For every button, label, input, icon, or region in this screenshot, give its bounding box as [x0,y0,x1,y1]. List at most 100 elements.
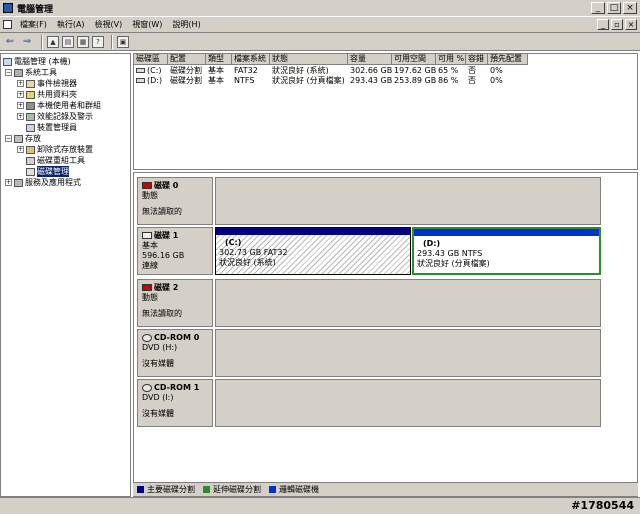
mdi-minimize-button[interactable]: _ [597,19,609,30]
close-button[interactable]: × [623,2,637,14]
disk-partitions: (C:) 302.73 GB FAT32 狀況良好 (系統) (D:) 293.… [215,227,601,275]
toolbar-separator [41,34,43,49]
partition-legend: 主要磁碟分割 延伸磁碟分割 邏輯磁碟機 [133,482,638,496]
defragmenter-icon [26,156,35,165]
mdi-document-icon[interactable] [3,20,12,29]
tree-item-computer-management[interactable]: 電腦管理 (本機) [3,56,71,67]
expand-icon[interactable]: + [17,102,24,109]
column-header-status[interactable]: 狀態 [270,54,348,65]
column-header-fault-tolerance[interactable]: 容錯 [466,54,488,65]
partition-d[interactable]: (D:) 293.43 GB NTFS 狀況良好 (分頁檔案) [412,227,601,275]
storage-icon [14,134,23,143]
status-bar: #1780544 [0,497,640,514]
disk-info[interactable]: 磁碟 0 動態 無法讀取的 [137,177,213,225]
title-bar: 電腦管理 _ □ × [0,0,640,17]
disk-unallocated-area [215,177,601,225]
menu-window[interactable]: 視窗(W) [127,19,167,30]
cdrom-media-area [215,329,601,377]
tree-item-event-viewer[interactable]: + 事件檢視器 [17,78,77,89]
toolbar: ⇐ ⇒ ▲ ▤ ▦ ? ▣ [0,33,640,51]
collapse-icon[interactable]: − [5,69,12,76]
tree-item-storage[interactable]: − 存放 [5,133,41,144]
disk-error-icon [142,284,152,291]
disk-info[interactable]: 磁碟 1 基本 596.16 GB 連線 [137,227,213,275]
cdrom-media-area [215,379,601,427]
expand-icon[interactable]: + [17,91,24,98]
cdrom-icon [142,333,152,342]
disk-info[interactable]: CD-ROM 1 DVD (I:) 沒有媒體 [137,379,213,427]
partition-c[interactable]: (C:) 302.73 GB FAT32 狀況良好 (系統) [215,227,411,275]
console-icon[interactable]: ▣ [117,35,129,48]
disk-error-icon [142,182,152,189]
column-header-free-space[interactable]: 可用空間 [392,54,436,65]
column-header-layout[interactable]: 配置 [168,54,206,65]
collapse-icon[interactable]: − [5,135,12,142]
tree-item-services-apps[interactable]: + 服務及應用程式 [5,177,81,188]
watermark: #1780544 [571,499,634,512]
console-tree: 電腦管理 (本機) − 系統工具 + 事件檢視器 + 共用資料夾 + 本機使用者… [0,53,131,497]
menu-help[interactable]: 說明(H) [167,19,205,30]
legend-swatch-primary [137,486,144,493]
disk-graphical-view: 磁碟 0 動態 無法讀取的 磁碟 1 基本 596.16 GB 連線 (C:) … [133,172,638,497]
tree-item-performance-logs[interactable]: + 效能記錄及警示 [17,111,93,122]
disk-icon [142,232,152,239]
column-header-capacity[interactable]: 容量 [348,54,392,65]
mdi-close-button[interactable]: × [625,19,637,30]
disk-row[interactable]: 磁碟 2 動態 無法讀取的 [137,279,631,327]
services-icon [14,178,23,187]
window-title: 電腦管理 [17,4,54,15]
tree-item-removable-storage[interactable]: + 卸除式存放裝置 [17,144,93,155]
cdrom-icon [142,383,152,392]
disk-row[interactable]: 磁碟 0 動態 無法讀取的 [137,177,631,225]
event-viewer-icon [26,79,35,88]
tree-item-disk-management[interactable]: 磁碟管理 [26,166,69,177]
show-tree-icon[interactable]: ▤ [62,35,74,48]
expand-icon[interactable]: + [17,113,24,120]
menu-view[interactable]: 檢視(V) [90,19,128,30]
tools-icon [14,68,23,77]
computer-icon [3,57,12,66]
expand-icon[interactable]: + [17,146,24,153]
column-header-type[interactable]: 類型 [206,54,232,65]
help-icon[interactable]: ? [92,35,104,48]
column-header-free-percent[interactable]: 可用 % [436,54,466,65]
legend-item: 主要磁碟分割 [137,484,195,495]
tree-item-system-tools[interactable]: − 系統工具 [5,67,57,78]
legend-item: 延伸磁碟分割 [203,484,261,495]
minimize-button[interactable]: _ [591,2,605,14]
computer-management-icon [3,3,13,13]
tree-item-shared-folders[interactable]: + 共用資料夾 [17,89,77,100]
expand-icon[interactable]: + [5,179,12,186]
column-header-filesystem[interactable]: 檔案系統 [232,54,270,65]
tree-item-local-users[interactable]: + 本機使用者和群組 [17,100,101,111]
mdi-restore-button[interactable]: ▫ [611,19,623,30]
disk-info[interactable]: 磁碟 2 動態 無法讀取的 [137,279,213,327]
disk-row[interactable]: CD-ROM 1 DVD (I:) 沒有媒體 [137,379,631,427]
logical-drive-bar [414,229,599,236]
menu-action[interactable]: 執行(A) [52,19,90,30]
performance-icon [26,112,35,121]
tree-item-device-manager[interactable]: 裝置管理員 [26,122,77,133]
tree-item-defragmenter[interactable]: 磁碟重組工具 [26,155,85,166]
drive-icon [136,68,145,73]
up-folder-icon[interactable]: ▲ [47,35,59,48]
column-header-overhead[interactable]: 預先配置 [488,54,528,65]
back-arrow-icon[interactable]: ⇐ [3,35,17,49]
forward-arrow-icon[interactable]: ⇒ [20,35,34,49]
expand-icon[interactable]: + [17,80,24,87]
properties-icon[interactable]: ▦ [77,35,89,48]
drive-icon [136,78,145,83]
legend-swatch-extended [203,486,210,493]
legend-swatch-logical [269,486,276,493]
column-header-volume[interactable]: 磁碟區 [134,54,168,65]
disk-info[interactable]: CD-ROM 0 DVD (H:) 沒有媒體 [137,329,213,377]
device-manager-icon [26,123,35,132]
maximize-button[interactable]: □ [607,2,621,14]
legend-item: 邏輯磁碟機 [269,484,319,495]
disk-row[interactable]: CD-ROM 0 DVD (H:) 沒有媒體 [137,329,631,377]
volume-list: 磁碟區 配置 類型 檔案系統 狀態 容量 可用空間 可用 % 容錯 預先配置 (… [133,53,638,170]
users-icon [26,101,35,110]
disk-unallocated-area [215,279,601,327]
disk-row[interactable]: 磁碟 1 基本 596.16 GB 連線 (C:) 302.73 GB FAT3… [137,227,631,275]
menu-file[interactable]: 檔案(F) [15,19,52,30]
